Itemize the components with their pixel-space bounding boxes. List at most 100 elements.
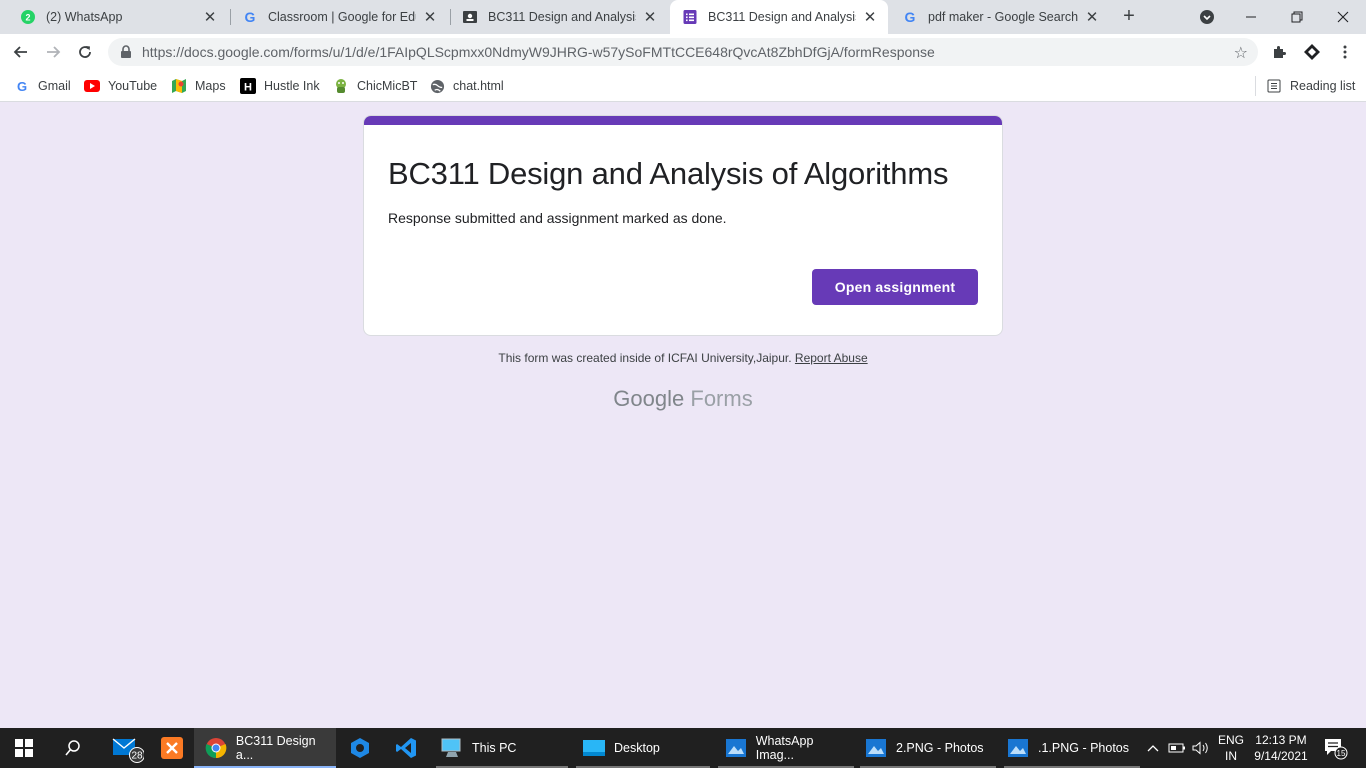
taskbar-app-label: This PC [472, 741, 517, 755]
clock-time: 12:13 PM [1255, 733, 1307, 747]
divider [1255, 76, 1256, 96]
xampp-button[interactable] [152, 728, 192, 768]
google-forms-logo[interactable]: Google Forms [363, 386, 1003, 412]
confirmation-message: Response submitted and assignment marked… [388, 210, 727, 226]
forward-button[interactable] [40, 39, 66, 65]
svg-text:G: G [905, 9, 916, 25]
notification-center-button[interactable]: 15 [1320, 728, 1350, 768]
reading-list-icon [1266, 78, 1282, 94]
url-text[interactable]: https://docs.google.com/forms/u/1/d/e/1F… [142, 44, 935, 60]
forms-wordmark: Forms [690, 386, 753, 411]
vscode-button[interactable] [386, 728, 426, 768]
report-abuse-link[interactable]: Report Abuse [795, 351, 868, 365]
taskbar-app-label: Desktop [614, 741, 660, 755]
menu-button[interactable] [1332, 39, 1358, 65]
bookmark-star-icon[interactable]: ☆ [1234, 43, 1248, 63]
bookmark-label: YouTube [108, 79, 158, 93]
close-window-button[interactable] [1320, 0, 1366, 34]
taskbar-app-desktop[interactable]: Desktop [576, 728, 710, 768]
this-pc-icon [440, 736, 464, 760]
bookmark-chicmicbt[interactable]: ChicMicBT [333, 76, 417, 96]
bookmark-label: Hustle Ink [264, 79, 320, 93]
maps-icon [171, 78, 187, 94]
new-tab-button[interactable]: + [1118, 5, 1140, 27]
show-hidden-icons-button[interactable] [1144, 728, 1162, 768]
svg-text:G: G [17, 79, 27, 93]
taskbar-app-label: BC311 Design a... [235, 734, 316, 762]
bookmark-maps[interactable]: Maps [171, 76, 226, 96]
forms-icon [682, 9, 698, 25]
google-icon: G [14, 78, 30, 94]
whatsapp-icon: 2 [20, 9, 36, 25]
extension-logo-icon [1304, 44, 1320, 60]
svg-text:15: 15 [1337, 749, 1346, 758]
taskbar-app-2png[interactable]: 2.PNG - Photos [860, 728, 996, 768]
tab-strip: 2 (2) WhatsApp ✕ G Classroom | Google fo… [0, 0, 1366, 34]
tab-classroom-assignment[interactable]: BC311 Design and Analysis of Algorithms … [450, 0, 668, 34]
mail-icon: 28 [112, 738, 144, 763]
volume-button[interactable] [1190, 728, 1212, 768]
photos-icon [1006, 736, 1030, 760]
bookmark-hustle-ink[interactable]: H Hustle Ink [240, 76, 320, 96]
clock-button[interactable]: 12:13 PM 9/14/2021 [1250, 728, 1312, 768]
start-button[interactable] [0, 728, 48, 768]
tab-whatsapp[interactable]: 2 (2) WhatsApp ✕ [8, 0, 228, 34]
back-button[interactable] [8, 39, 34, 65]
taskbar-app-1png[interactable]: .1.PNG - Photos [1004, 728, 1140, 768]
battery-icon [1168, 743, 1185, 753]
mail-app-button[interactable]: 28 [104, 728, 148, 768]
back-arrow-icon [13, 46, 27, 58]
svg-text:28: 28 [131, 751, 143, 762]
card-accent-bar [364, 116, 1002, 125]
form-response-card: BC311 Design and Analysis of Algorithms … [363, 115, 1003, 336]
bookmarks-bar: G Gmail YouTube Maps H Hustle Ink ChicMi… [0, 70, 1366, 102]
reading-list-button[interactable]: Reading list [1266, 76, 1355, 96]
close-tab-icon[interactable]: ✕ [422, 8, 438, 26]
reload-button[interactable] [72, 39, 98, 65]
taskbar-app-chrome[interactable]: BC311 Design a... [194, 728, 336, 768]
extension-button[interactable] [1299, 39, 1325, 65]
reading-list-label: Reading list [1290, 79, 1356, 93]
minimize-button[interactable] [1228, 0, 1274, 34]
photos-icon [864, 736, 888, 760]
close-tab-icon[interactable]: ✕ [862, 8, 878, 26]
taskbar-app-whatsapp-image[interactable]: WhatsApp Imag... [718, 728, 854, 768]
search-button[interactable] [50, 728, 96, 768]
google-icon: G [242, 9, 258, 25]
reload-icon [79, 46, 91, 58]
tab-search-button[interactable] [1184, 0, 1230, 34]
form-footer-note: This form was created inside of ICFAI Un… [363, 351, 1003, 365]
google-wordmark: Google [613, 386, 685, 411]
clock-date: 9/14/2021 [1254, 749, 1308, 763]
bookmark-youtube[interactable]: YouTube [84, 76, 157, 96]
lock-icon [120, 45, 134, 59]
taskbar-app-this-pc[interactable]: This PC [436, 728, 568, 768]
close-tab-icon[interactable]: ✕ [202, 8, 218, 26]
tab-title: Classroom | Google for Education [268, 10, 416, 24]
battery-button[interactable] [1166, 728, 1188, 768]
input-language-button[interactable]: ENG IN [1214, 728, 1248, 768]
tab-forms-active[interactable]: BC311 Design and Analysis of Algorithms … [670, 0, 888, 34]
footer-text: This form was created inside of ICFAI Un… [498, 351, 792, 365]
puzzle-icon [1274, 46, 1286, 58]
restore-button[interactable] [1274, 0, 1320, 34]
xampp-icon [161, 737, 183, 759]
pinned-app-button[interactable] [340, 728, 380, 768]
speaker-icon [1192, 741, 1208, 755]
extensions-button[interactable] [1266, 39, 1292, 65]
bookmark-chat-html[interactable]: chat.html [429, 76, 504, 96]
taskbar-app-label: .1.PNG - Photos [1038, 741, 1130, 755]
globe-icon [429, 78, 445, 94]
open-assignment-button[interactable]: Open assignment [812, 269, 978, 305]
bookmark-gmail[interactable]: G Gmail [14, 76, 71, 96]
address-bar[interactable]: https://docs.google.com/forms/u/1/d/e/1F… [108, 38, 1258, 66]
bookmark-label: Maps [195, 79, 226, 93]
close-tab-icon[interactable]: ✕ [642, 8, 658, 26]
kebab-menu-icon [1343, 45, 1347, 59]
svg-text:2: 2 [25, 13, 30, 23]
close-tab-icon[interactable]: ✕ [1084, 8, 1100, 26]
tab-title: BC311 Design and Analysis of Algorithms [708, 10, 856, 24]
tab-classroom[interactable]: G Classroom | Google for Education ✕ [230, 0, 448, 34]
tab-google-search[interactable]: G pdf maker - Google Search ✕ [890, 0, 1110, 34]
classroom-icon [462, 9, 478, 25]
